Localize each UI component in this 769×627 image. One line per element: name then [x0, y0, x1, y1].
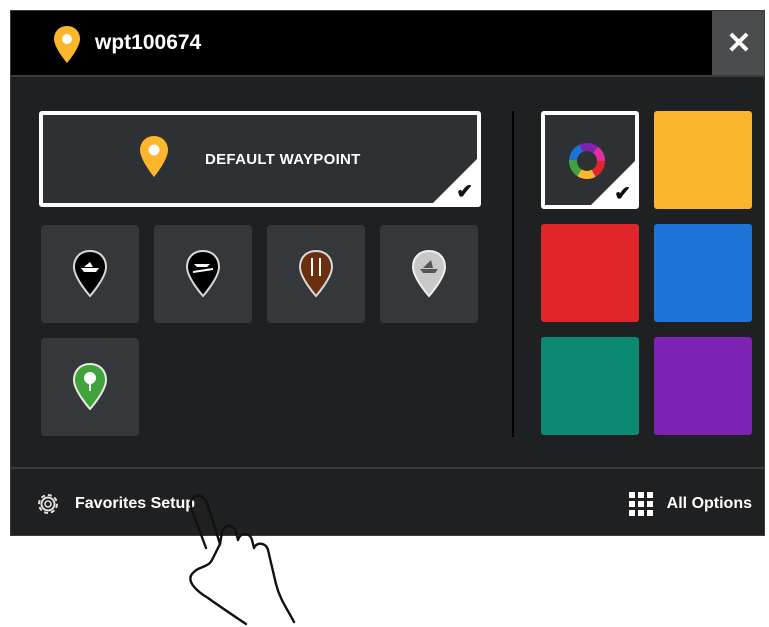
gear-icon [38, 494, 58, 514]
fishing-lure-icon [298, 249, 334, 298]
boat-launch-icon [72, 249, 108, 298]
waypoint-title: wpt100674 [95, 31, 202, 54]
icon-fishing-lure[interactable] [267, 225, 365, 323]
waypoint-pin-icon [54, 26, 80, 63]
icon-boat-launch[interactable] [41, 225, 139, 323]
color-swatch-purple[interactable] [654, 337, 752, 435]
bottom-toolbar: Favorites Setup All Options [11, 467, 764, 535]
checkmark-icon: ✔ [614, 183, 631, 205]
waypoint-pin-icon [140, 136, 168, 177]
grid-icon [628, 492, 653, 516]
color-multicolor-swatch[interactable]: ✔ [541, 111, 639, 209]
title-bar: wpt100674 ✕ [11, 11, 764, 77]
all-options-button[interactable]: All Options [628, 487, 752, 521]
close-button[interactable]: ✕ [712, 11, 764, 75]
marina-icon [411, 249, 447, 298]
icon-marina[interactable] [380, 225, 478, 323]
waypoint-dialog: wpt100674 ✕ DEFAULT WAYPOINT ✔ ✔ Favorit… [10, 10, 765, 536]
icon-tree[interactable] [41, 338, 139, 436]
color-swatch-blue[interactable] [654, 224, 752, 322]
checkmark-icon: ✔ [456, 181, 473, 203]
boat-ramp-icon [185, 249, 221, 298]
divider [512, 111, 514, 437]
default-waypoint-button[interactable]: DEFAULT WAYPOINT ✔ [39, 111, 481, 207]
color-swatch-red[interactable] [541, 224, 639, 322]
color-swatch-teal[interactable] [541, 337, 639, 435]
tree-icon [72, 362, 108, 411]
all-options-label: All Options [666, 495, 752, 512]
close-icon: ✕ [726, 26, 752, 60]
default-waypoint-label: DEFAULT WAYPOINT [205, 151, 361, 168]
favorites-setup-button[interactable]: Favorites Setup [35, 487, 195, 521]
tap-hand-icon [189, 494, 296, 626]
icon-boat-ramp[interactable] [154, 225, 252, 323]
color-swatch-yellow[interactable] [654, 111, 752, 209]
